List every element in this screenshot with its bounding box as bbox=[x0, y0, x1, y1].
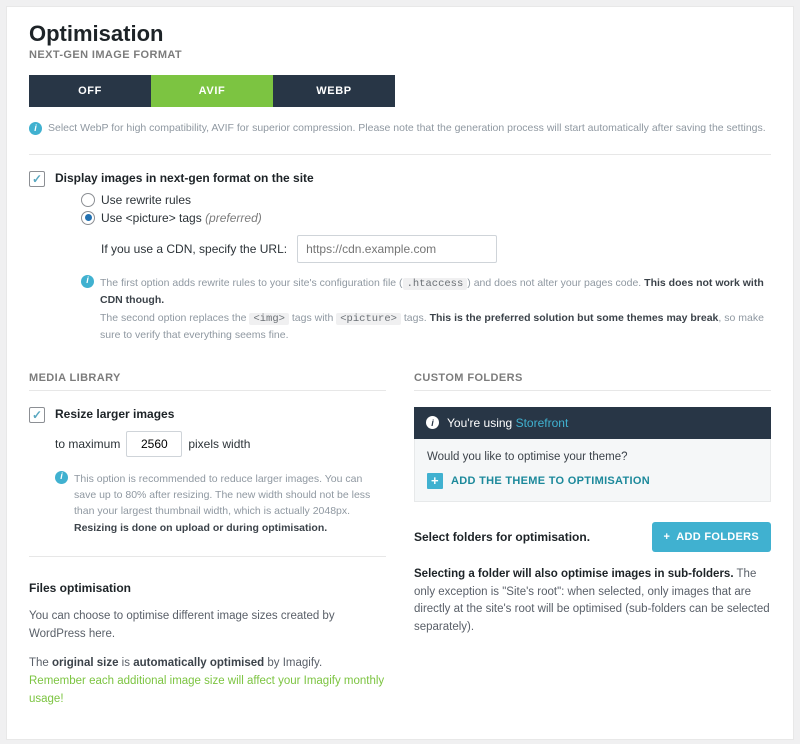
theme-link[interactable]: Storefront bbox=[516, 416, 569, 430]
files-line2: The original size is automatically optim… bbox=[29, 654, 386, 672]
tab-off[interactable]: OFF bbox=[29, 75, 151, 107]
custom-folders-header: CUSTOM FOLDERS bbox=[414, 372, 771, 391]
select-folders-label: Select folders for optimisation. bbox=[414, 530, 590, 544]
plus-icon: + bbox=[427, 473, 443, 489]
section-subheader: NEXT-GEN IMAGE FORMAT bbox=[29, 49, 771, 61]
theme-banner: i You're using Storefront bbox=[414, 407, 771, 439]
format-tabs: OFF AVIF WEBP bbox=[29, 75, 771, 107]
folders-description: Selecting a folder will also optimise im… bbox=[414, 566, 771, 637]
info-icon: i bbox=[426, 416, 439, 429]
format-info: i Select WebP for high compatibility, AV… bbox=[29, 117, 771, 146]
add-folders-button[interactable]: + ADD FOLDERS bbox=[652, 522, 771, 552]
files-optimisation-header: Files optimisation bbox=[29, 581, 386, 595]
files-line3: Remember each additional image size will… bbox=[29, 672, 386, 709]
page-title: Optimisation bbox=[29, 21, 771, 47]
cdn-label: If you use a CDN, specify the URL: bbox=[101, 242, 287, 256]
radio-rewrite-rules[interactable]: Use rewrite rules bbox=[81, 193, 771, 207]
display-note: The first option adds rewrite rules to y… bbox=[100, 275, 771, 346]
add-theme-button[interactable]: + ADD THE THEME TO OPTIMISATION bbox=[427, 473, 650, 489]
tab-avif[interactable]: AVIF bbox=[151, 75, 273, 107]
cdn-url-input[interactable] bbox=[297, 235, 497, 263]
files-line1: You can choose to optimise different ima… bbox=[29, 607, 386, 644]
resize-label: Resize larger images bbox=[55, 407, 174, 421]
optimise-theme-question: Would you like to optimise your theme? bbox=[427, 451, 758, 463]
plus-icon: + bbox=[664, 531, 671, 543]
resize-note: This option is recommended to reduce lar… bbox=[74, 471, 386, 536]
radio-picture-tags[interactable]: Use <picture> tags (preferred) bbox=[81, 211, 771, 225]
resize-width-input[interactable] bbox=[126, 431, 182, 457]
tab-webp[interactable]: WEBP bbox=[273, 75, 395, 107]
info-icon: i bbox=[55, 471, 68, 484]
checkbox-resize-larger[interactable] bbox=[29, 407, 45, 423]
display-nextgen-label: Display images in next-gen format on the… bbox=[55, 171, 771, 185]
info-icon: i bbox=[81, 275, 94, 288]
divider bbox=[29, 154, 771, 155]
media-library-header: MEDIA LIBRARY bbox=[29, 372, 386, 391]
info-icon: i bbox=[29, 122, 42, 135]
checkbox-display-nextgen[interactable] bbox=[29, 171, 45, 187]
